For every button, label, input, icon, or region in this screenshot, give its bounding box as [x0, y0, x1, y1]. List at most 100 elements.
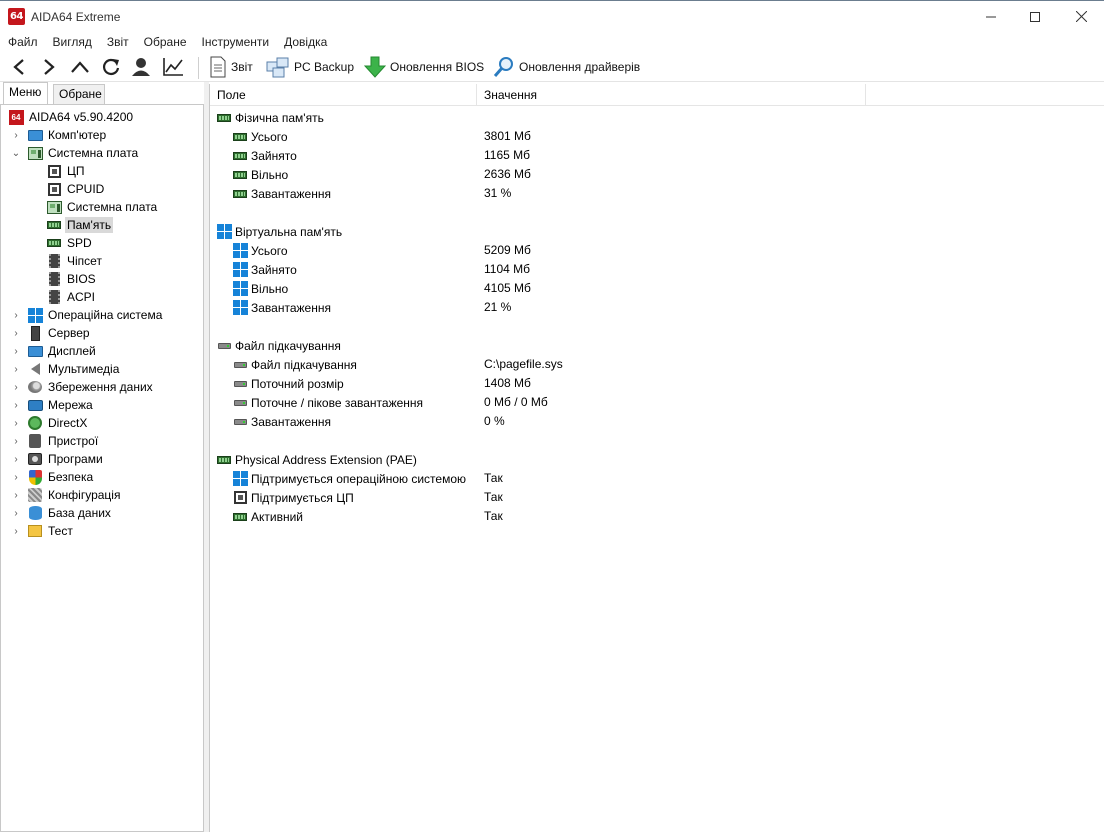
table-row[interactable]: Завантаження	[232, 184, 331, 203]
tree-item-directx[interactable]: DirectX	[27, 414, 89, 432]
tree-item-os[interactable]: Операційна система	[27, 306, 164, 324]
tab-menu[interactable]: Меню	[3, 82, 48, 104]
field-value: 31 %	[484, 186, 512, 200]
menu-favorites[interactable]: Обране	[144, 32, 187, 52]
tree-item-chipset[interactable]: Чіпсет	[46, 252, 104, 270]
forward-button[interactable]	[37, 55, 61, 79]
tree-root[interactable]: 64 AIDA64 v5.90.4200	[8, 108, 135, 126]
speaker-icon	[27, 361, 43, 377]
tree-item-test[interactable]: Тест	[27, 522, 75, 540]
tree-item-network[interactable]: Мережа	[27, 396, 95, 414]
field-value: 1408 Мб	[484, 376, 531, 390]
menu-tools[interactable]: Інструменти	[202, 32, 270, 52]
chevron-right-icon[interactable]: ›	[11, 342, 21, 360]
section-title: Physical Address Extension (PAE)	[235, 452, 417, 467]
chevron-right-icon[interactable]: ›	[11, 486, 21, 504]
field-value: 2636 Мб	[484, 167, 531, 181]
menu-help[interactable]: Довідка	[284, 32, 327, 52]
report-button[interactable]: Звіт	[209, 55, 253, 79]
pc-backup-button[interactable]: PC Backup	[266, 55, 354, 79]
line-chart-icon	[163, 58, 183, 76]
table-row[interactable]: Підтримується ЦП	[232, 488, 354, 507]
chevron-right-icon[interactable]: ›	[11, 126, 21, 144]
tree-item-memory[interactable]: Пам'ять	[46, 216, 114, 234]
chevron-right-icon[interactable]: ›	[11, 504, 21, 522]
tree-item-display[interactable]: Дисплей	[27, 342, 98, 360]
chevron-down-icon[interactable]: ⌄	[11, 144, 21, 162]
tree-item-acpi[interactable]: ACPI	[46, 288, 97, 306]
menu-report[interactable]: Звіт	[107, 32, 129, 52]
cpu-icon	[46, 181, 62, 197]
table-row[interactable]: Завантаження	[232, 412, 331, 431]
table-row[interactable]: Завантаження	[232, 298, 331, 317]
server-icon	[27, 325, 43, 341]
tree-item-motherboard[interactable]: Системна плата	[27, 144, 140, 162]
close-button[interactable]	[1058, 1, 1104, 32]
table-row[interactable]: Усього	[232, 127, 288, 146]
column-value-header[interactable]: Значення	[477, 84, 866, 106]
chevron-left-icon	[13, 59, 24, 75]
tree-item-motherboard-sub[interactable]: Системна плата	[46, 198, 159, 216]
table-row[interactable]: Активний	[232, 507, 303, 526]
chevron-right-icon[interactable]: ›	[11, 360, 21, 378]
tree-item-cpuid[interactable]: CPUID	[46, 180, 106, 198]
tree-item-security[interactable]: Безпека	[27, 468, 95, 486]
table-row[interactable]: Поточний розмір	[232, 374, 344, 393]
ram-icon	[232, 148, 248, 164]
tree-item-label: Операційна система	[48, 308, 163, 322]
table-row[interactable]: Зайнято	[232, 260, 297, 279]
section-header[interactable]: Фізична пам'ять	[216, 108, 324, 127]
chevron-right-icon[interactable]: ›	[11, 324, 21, 342]
table-row[interactable]: Усього	[232, 241, 288, 260]
menu-bar: Файл Вигляд Звіт Обране Інструменти Дові…	[0, 32, 1104, 52]
tree-item-bios[interactable]: BIOS	[46, 270, 98, 288]
chevron-right-icon[interactable]: ›	[11, 306, 21, 324]
chevron-right-icon[interactable]: ›	[11, 396, 21, 414]
up-button[interactable]	[68, 55, 92, 79]
section-header[interactable]: Файл підкачування	[216, 336, 341, 355]
menu-view[interactable]: Вигляд	[53, 32, 92, 52]
refresh-button[interactable]	[99, 55, 123, 79]
user-button[interactable]	[130, 55, 154, 79]
back-button[interactable]	[7, 55, 31, 79]
section-header[interactable]: Physical Address Extension (PAE)	[216, 450, 417, 469]
section-header[interactable]: Віртуальна пам'ять	[216, 222, 342, 241]
tree-item-label: BIOS	[67, 272, 96, 286]
ram-icon	[232, 129, 248, 145]
field-value: Так	[484, 471, 503, 485]
tree-item-database[interactable]: База даних	[27, 504, 113, 522]
bios-update-button[interactable]: Оновлення BIOS	[364, 55, 484, 79]
chevron-right-icon[interactable]: ›	[11, 450, 21, 468]
column-field-header[interactable]: Поле	[210, 84, 477, 106]
field-value: 5209 Мб	[484, 243, 531, 257]
table-row[interactable]: Підтримується операційною системою	[232, 469, 466, 488]
table-row[interactable]: Файл підкачування	[232, 355, 357, 374]
tree-item-computer[interactable]: Комп'ютер	[27, 126, 108, 144]
field-value: 0 Мб / 0 Мб	[484, 395, 548, 409]
green-arrow-down-icon	[364, 56, 386, 78]
chevron-right-icon[interactable]: ›	[11, 432, 21, 450]
tree-item-server[interactable]: Сервер	[27, 324, 92, 342]
benchmark-chart-button[interactable]	[161, 55, 185, 79]
chevron-right-icon[interactable]: ›	[11, 468, 21, 486]
table-row[interactable]: Поточне / пікове завантаження	[232, 393, 423, 412]
minimize-button[interactable]	[968, 1, 1014, 32]
tree-item-cpu[interactable]: ЦП	[46, 162, 87, 180]
table-row[interactable]: Вільно	[232, 165, 288, 184]
tree-item-multimedia[interactable]: Мультимедіа	[27, 360, 121, 378]
tree-item-spd[interactable]: SPD	[46, 234, 94, 252]
table-row[interactable]: Вільно	[232, 279, 288, 298]
tree-item-programs[interactable]: Програми	[27, 450, 105, 468]
chevron-right-icon[interactable]: ›	[11, 414, 21, 432]
tree-item-storage[interactable]: Збереження даних	[27, 378, 155, 396]
section-title: Віртуальна пам'ять	[235, 224, 343, 239]
tree-item-devices[interactable]: Пристрої	[27, 432, 100, 450]
chevron-right-icon[interactable]: ›	[11, 378, 21, 396]
tab-favorites[interactable]: Обране	[53, 84, 105, 104]
chevron-right-icon[interactable]: ›	[11, 522, 21, 540]
maximize-button[interactable]	[1012, 1, 1058, 32]
driver-update-button[interactable]: Оновлення драйверів	[493, 55, 640, 79]
table-row[interactable]: Зайнято	[232, 146, 297, 165]
menu-file[interactable]: Файл	[8, 32, 38, 52]
tree-item-config[interactable]: Конфігурація	[27, 486, 122, 504]
